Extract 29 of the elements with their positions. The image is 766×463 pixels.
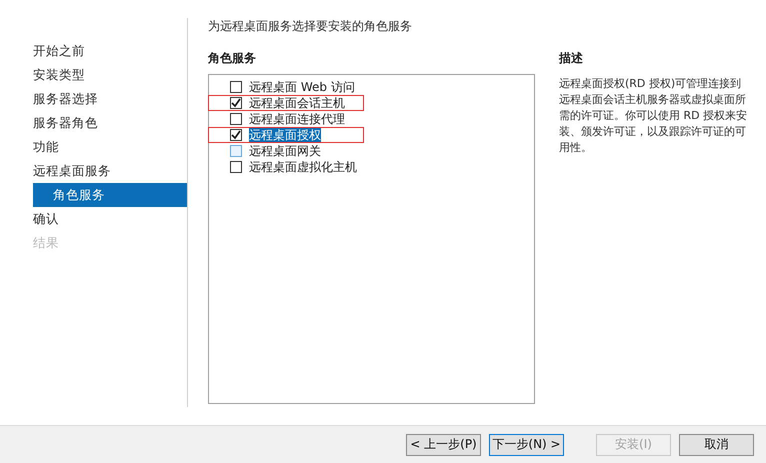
sidebar-item[interactable]: 功能	[33, 135, 187, 159]
checkbox[interactable]	[230, 81, 242, 93]
description-title: 描述	[559, 50, 584, 66]
role-service-label[interactable]: 远程桌面虚拟化主机	[249, 160, 357, 174]
wizard-button[interactable]: 下一步(N) >	[489, 434, 564, 456]
sidebar-item[interactable]: 安装类型	[33, 63, 187, 87]
checkbox[interactable]	[230, 145, 242, 157]
sidebar-item[interactable]: 确认	[33, 207, 187, 231]
checkbox[interactable]	[230, 161, 242, 173]
sidebar-item[interactable]: 开始之前	[33, 39, 187, 63]
sidebar-item[interactable]: 角色服务	[33, 183, 187, 207]
role-service-label[interactable]: 远程桌面连接代理	[249, 112, 345, 126]
checkmark-icon	[231, 98, 241, 108]
checkbox[interactable]	[230, 129, 242, 141]
description-text: 远程桌面授权(RD 授权)可管理连接到远程桌面会话主机服务器或虚拟桌面所需的许可证。你可以使用 RD 授权来安装、颁发许可证，以及跟踪许可证的可用性。	[559, 76, 748, 156]
checkmark-icon	[231, 130, 241, 140]
section-title: 角色服务	[208, 50, 257, 66]
checkbox[interactable]	[230, 113, 242, 125]
sidebar-item[interactable]: 远程桌面服务	[33, 159, 187, 183]
wizard-button[interactable]: 取消	[679, 434, 754, 456]
wizard-button[interactable]: < 上一步(P)	[406, 434, 481, 456]
sidebar-item[interactable]: 服务器选择	[33, 87, 187, 111]
role-service-label[interactable]: 远程桌面 Web 访问	[249, 80, 355, 94]
page-heading: 为远程桌面服务选择要安装的角色服务	[208, 18, 413, 34]
role-service-label[interactable]: 远程桌面网关	[249, 144, 321, 158]
sidebar-item[interactable]: 服务器角色	[33, 111, 187, 135]
role-service-label[interactable]: 远程桌面授权	[249, 128, 321, 142]
role-service-label[interactable]: 远程桌面会话主机	[249, 96, 345, 110]
checkbox[interactable]	[230, 97, 242, 109]
